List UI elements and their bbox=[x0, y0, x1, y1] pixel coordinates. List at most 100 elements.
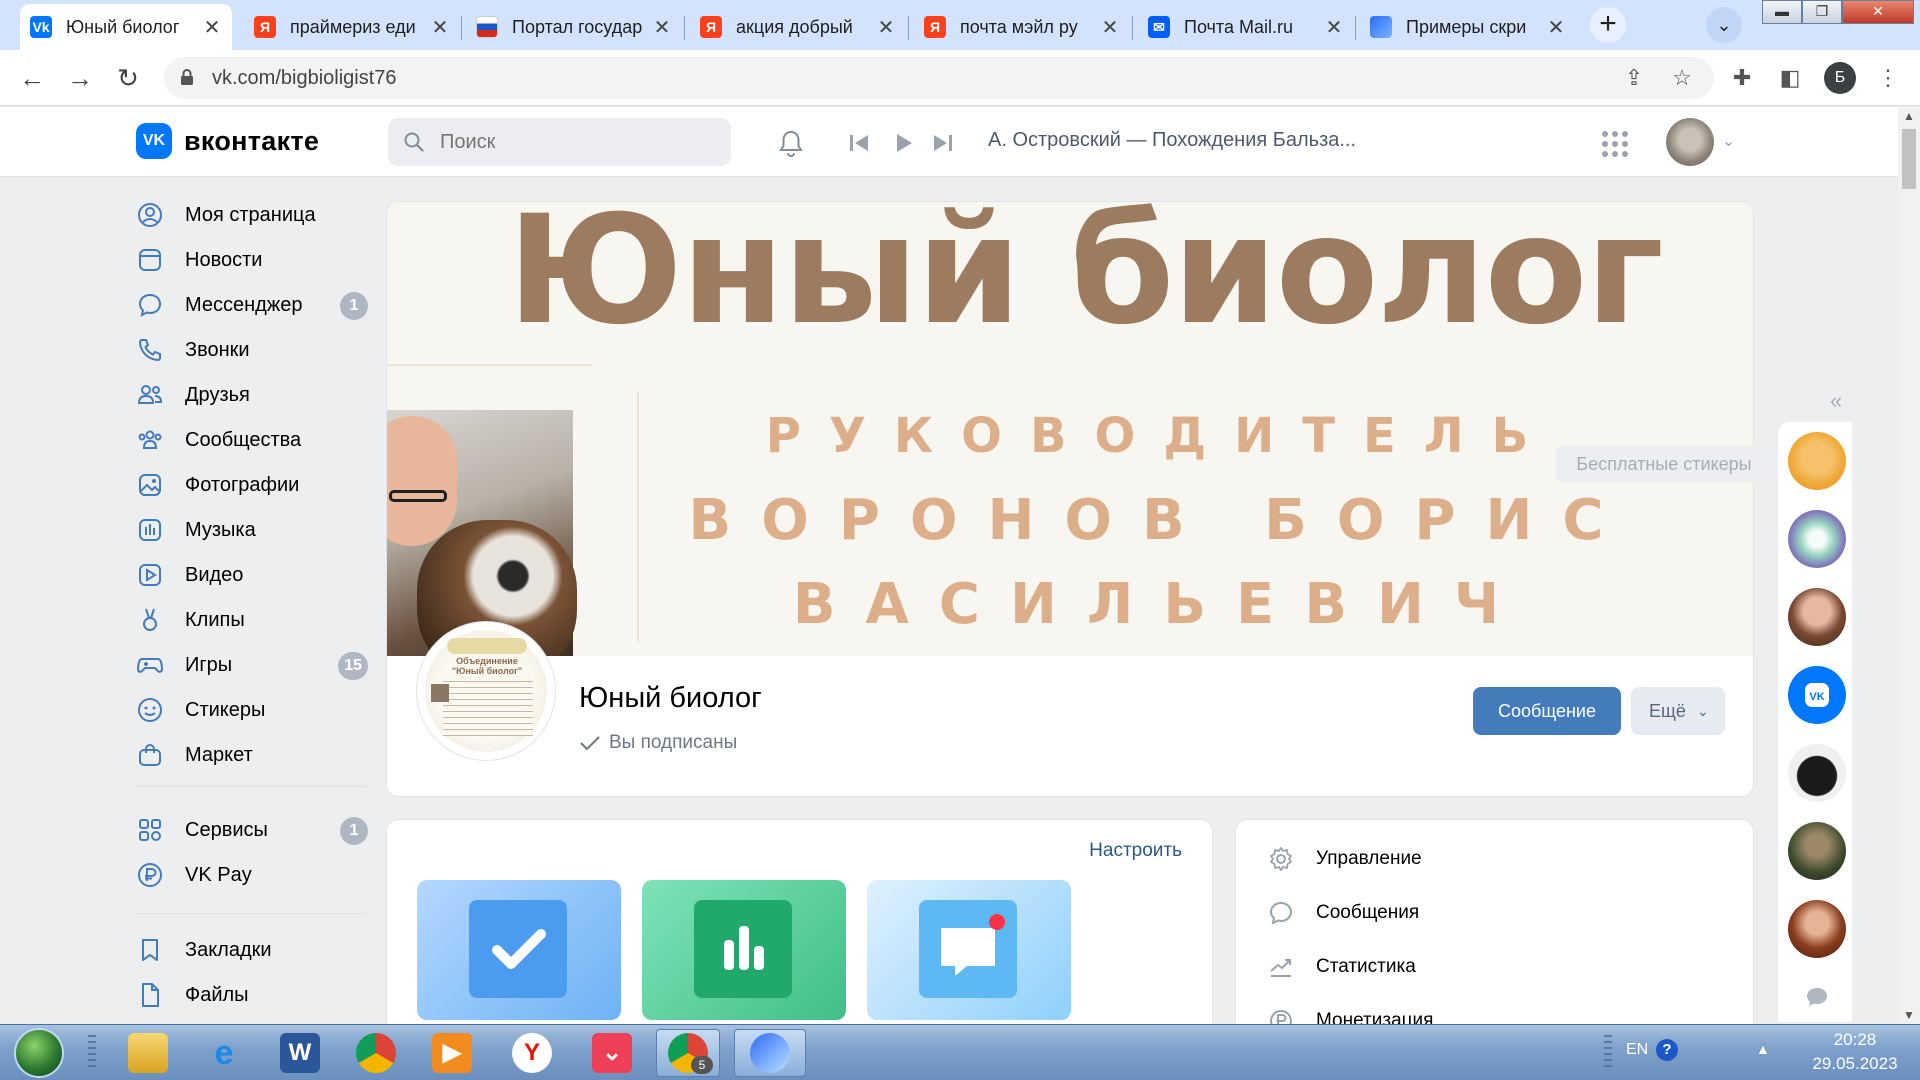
tool-tile-checklist[interactable] bbox=[417, 880, 621, 1020]
vk-logo[interactable]: VK вконтакте bbox=[136, 123, 319, 159]
chat-avatar[interactable] bbox=[1788, 744, 1846, 802]
manage-item-management[interactable]: Управление bbox=[1268, 846, 1422, 872]
window-close-button[interactable]: ✕ bbox=[1842, 0, 1914, 24]
sidebar-item-services[interactable]: Сервисы 1 bbox=[136, 811, 368, 849]
start-button[interactable] bbox=[14, 1028, 64, 1078]
next-track-icon[interactable] bbox=[930, 130, 956, 156]
scrollbar-thumb[interactable] bbox=[1902, 129, 1916, 189]
close-icon[interactable]: ✕ bbox=[1100, 15, 1120, 40]
tab-akciya[interactable]: Я акция добрый ✕ bbox=[690, 4, 906, 50]
tab-pochta-search[interactable]: Я почта мэйл ру ✕ bbox=[914, 4, 1130, 50]
clock-date[interactable]: 29.05.2023 bbox=[1800, 1054, 1910, 1074]
configure-link[interactable]: Настроить bbox=[1089, 840, 1182, 862]
vk-header: VK вконтакте А. Островский — Похождения … bbox=[0, 107, 1898, 177]
sidebar-item-clips[interactable]: Клипы bbox=[136, 601, 368, 639]
previous-track-icon[interactable] bbox=[846, 130, 872, 156]
play-icon[interactable] bbox=[890, 130, 916, 156]
scroll-down-arrow[interactable]: ▼ bbox=[1903, 1008, 1915, 1022]
taskbar-chrome-active[interactable]: 5 bbox=[656, 1029, 720, 1077]
side-panel-icon[interactable]: ◧ bbox=[1770, 58, 1810, 98]
subscription-status[interactable]: Вы подписаны bbox=[579, 732, 737, 754]
sidebar-item-stickers[interactable]: Стикеры bbox=[136, 691, 368, 729]
sticker-avatar[interactable] bbox=[1788, 510, 1846, 568]
sidebar-item-video[interactable]: Видео bbox=[136, 556, 368, 594]
help-icon[interactable]: ? bbox=[1656, 1039, 1678, 1061]
taskbar-internet-explorer[interactable]: e bbox=[192, 1029, 256, 1077]
sidebar-item-communities[interactable]: Сообщества bbox=[136, 421, 368, 459]
user-avatar[interactable] bbox=[1666, 118, 1714, 166]
search-input[interactable] bbox=[440, 130, 710, 154]
manage-item-messages[interactable]: Сообщения bbox=[1268, 900, 1419, 926]
sidebar-item-friends[interactable]: Друзья bbox=[136, 376, 368, 414]
minimize-button[interactable]: ▬ bbox=[1762, 0, 1802, 24]
taskbar-word[interactable]: W bbox=[268, 1029, 332, 1077]
taskbar-yandex-browser[interactable]: Y bbox=[500, 1029, 564, 1077]
chat-avatar[interactable] bbox=[1788, 822, 1846, 880]
language-indicator[interactable]: EN bbox=[1626, 1041, 1648, 1059]
sidebar-item-photos[interactable]: Фотографии bbox=[136, 466, 368, 504]
chevron-down-icon[interactable]: ⌄ bbox=[1722, 131, 1735, 151]
vk-icon[interactable]: VK bbox=[1788, 666, 1846, 724]
tab-gosuslugi[interactable]: Портал государ ✕ bbox=[466, 4, 682, 50]
taskbar-media-player[interactable]: ▶ bbox=[420, 1029, 484, 1077]
maximize-button[interactable]: ❐ bbox=[1802, 0, 1842, 24]
back-button[interactable]: ← bbox=[12, 58, 52, 98]
menu-kebab-icon[interactable]: ⋮ bbox=[1868, 58, 1908, 98]
sidebar-item-market[interactable]: Маркет bbox=[136, 736, 368, 774]
apps-grid-icon[interactable] bbox=[1600, 129, 1630, 159]
group-avatar[interactable]: Объединение "Юный биолог" bbox=[417, 622, 555, 760]
tab-primery[interactable]: Примеры скри ✕ bbox=[1360, 4, 1576, 50]
close-icon[interactable]: ✕ bbox=[652, 15, 672, 40]
page-scrollbar[interactable]: ▲ ▼ bbox=[1898, 107, 1920, 1024]
close-icon[interactable]: ✕ bbox=[430, 15, 450, 40]
close-icon[interactable]: ✕ bbox=[1324, 15, 1344, 40]
sidebar-item-games[interactable]: Игры 15 bbox=[136, 646, 368, 684]
show-hidden-icons[interactable]: ▲ bbox=[1756, 1041, 1770, 1057]
taskbar-chrome[interactable] bbox=[344, 1029, 408, 1077]
sidebar-item-music[interactable]: Музыка bbox=[136, 511, 368, 549]
chat-bubble-icon[interactable] bbox=[1805, 986, 1829, 1008]
bookmark-star-icon[interactable]: ☆ bbox=[1662, 58, 1702, 98]
sidebar-item-my-page[interactable]: Моя страница bbox=[136, 196, 368, 234]
taskbar-pocket[interactable]: ⌄ bbox=[580, 1029, 644, 1077]
extensions-icon[interactable]: ✚ bbox=[1722, 58, 1762, 98]
sidebar-item-calls[interactable]: Звонки bbox=[136, 331, 368, 369]
taskbar-lightshot[interactable] bbox=[734, 1029, 806, 1077]
now-playing-title[interactable]: А. Островский — Похождения Бальза... bbox=[988, 129, 1356, 152]
sidebar-item-label: Игры bbox=[185, 653, 233, 676]
new-tab-button[interactable]: + bbox=[1590, 7, 1626, 43]
clock-time[interactable]: 20:28 bbox=[1800, 1030, 1910, 1050]
sidebar-item-news[interactable]: Новости bbox=[136, 241, 368, 279]
chat-avatar[interactable] bbox=[1788, 900, 1846, 958]
close-icon[interactable]: ✕ bbox=[1546, 15, 1566, 40]
tool-tile-statistics[interactable] bbox=[642, 880, 846, 1020]
bell-icon[interactable] bbox=[776, 128, 806, 158]
profile-avatar[interactable]: Б bbox=[1824, 62, 1856, 94]
address-bar[interactable]: vk.com/bigbioligist76 ⇪ ☆ bbox=[164, 57, 1714, 99]
taskbar-explorer[interactable] bbox=[116, 1029, 180, 1077]
reload-button[interactable]: ↻ bbox=[108, 58, 148, 98]
sticker-avatar[interactable] bbox=[1788, 432, 1846, 490]
share-icon[interactable]: ⇪ bbox=[1614, 58, 1654, 98]
tab-yuniy-biolog[interactable]: Vk Юный биолог ✕ bbox=[20, 4, 232, 50]
collapse-rail-icon[interactable]: « bbox=[1830, 388, 1842, 414]
forward-button[interactable]: → bbox=[60, 58, 100, 98]
tab-praimeriz[interactable]: Я праймериз еди ✕ bbox=[244, 4, 460, 50]
chrome-icon bbox=[356, 1033, 396, 1073]
tab-search-button[interactable]: ⌄ bbox=[1706, 7, 1742, 43]
close-icon[interactable]: ✕ bbox=[202, 15, 222, 40]
close-icon[interactable]: ✕ bbox=[876, 15, 896, 40]
more-button[interactable]: Ещё ⌄ bbox=[1631, 687, 1725, 735]
search-box[interactable] bbox=[388, 118, 731, 166]
sidebar-item-vk-pay[interactable]: VK Pay bbox=[136, 856, 368, 894]
tab-title: праймериз еди bbox=[290, 16, 416, 37]
message-button[interactable]: Сообщение bbox=[1473, 687, 1621, 735]
scroll-up-arrow[interactable]: ▲ bbox=[1903, 109, 1915, 123]
sidebar-item-files[interactable]: Файлы bbox=[136, 976, 368, 1014]
chat-avatar[interactable] bbox=[1788, 588, 1846, 646]
sidebar-item-bookmarks[interactable]: Закладки bbox=[136, 931, 368, 969]
tool-tile-messages[interactable] bbox=[867, 880, 1071, 1020]
manage-item-statistics[interactable]: Статистика bbox=[1268, 954, 1416, 980]
tab-mail-ru[interactable]: ✉ Почта Mail.ru ✕ bbox=[1138, 4, 1354, 50]
sidebar-item-messenger[interactable]: Мессенджер 1 bbox=[136, 286, 368, 324]
